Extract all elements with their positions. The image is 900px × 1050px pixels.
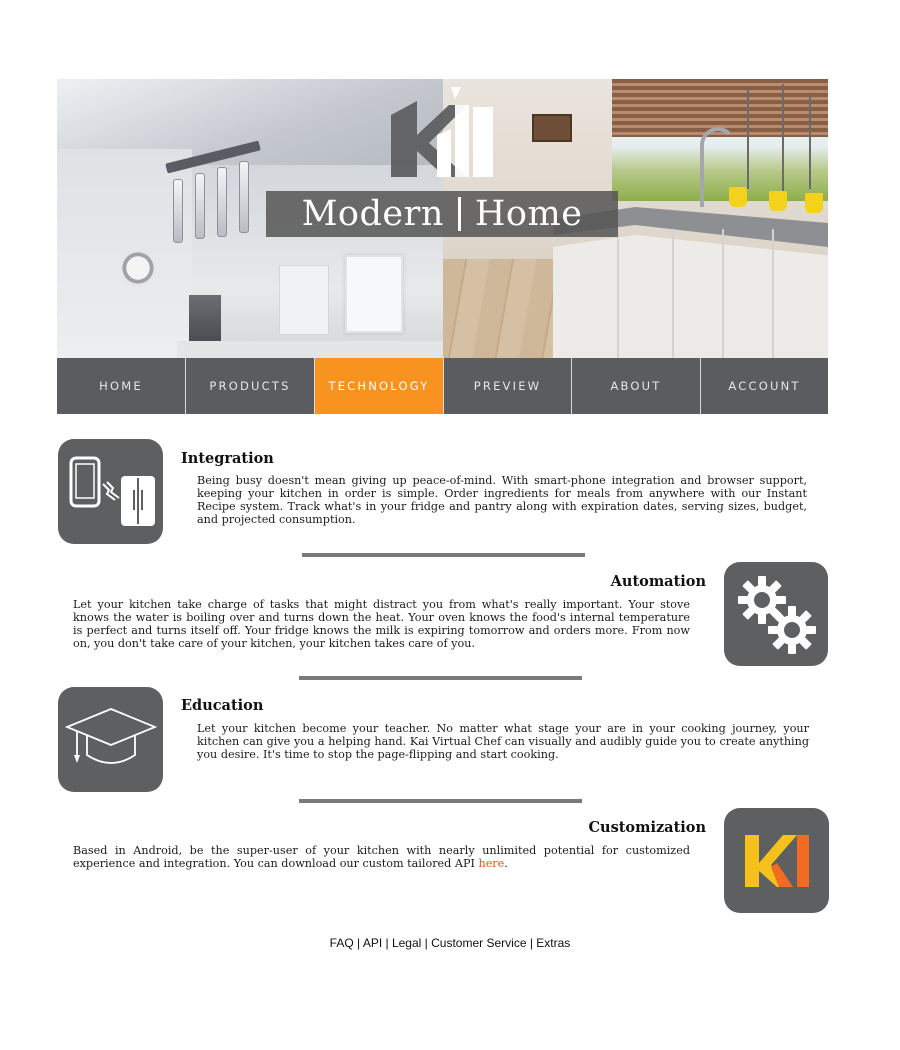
hero-title-separator xyxy=(457,197,461,231)
ki-app-icon xyxy=(744,834,809,887)
footer-link-faq[interactable]: FAQ xyxy=(330,936,354,950)
customization-body: Based in Android, be the super-user of y… xyxy=(73,844,690,870)
hero-wall xyxy=(57,149,192,358)
hero-banner: Modern Home xyxy=(57,79,828,358)
nav-item-preview[interactable]: PREVIEW xyxy=(444,358,572,414)
faucet-icon xyxy=(700,127,736,207)
cabinet-seam xyxy=(722,229,724,358)
hero-wall-frame xyxy=(345,255,403,333)
hero-shelf xyxy=(532,114,572,142)
section-divider xyxy=(302,553,585,557)
section-divider xyxy=(299,676,582,680)
nav-item-products[interactable]: PRODUCTS xyxy=(186,358,315,414)
footer-separator: | xyxy=(526,936,537,950)
customization-text: Based in Android, be the super-user of y… xyxy=(73,844,690,870)
education-tile xyxy=(58,687,163,792)
hero-title-band: Modern Home xyxy=(266,191,618,237)
automation-body: Let your kitchen take charge of tasks th… xyxy=(73,598,690,650)
footer-link-legal[interactable]: Legal xyxy=(392,936,421,950)
pendant-lamp xyxy=(173,179,183,243)
graduation-cap-icon xyxy=(64,707,157,764)
cabinet-seam xyxy=(617,229,619,358)
phone-fridge-icon xyxy=(69,456,155,526)
section-divider xyxy=(299,799,582,803)
customization-title: Customization xyxy=(588,819,706,836)
nav-item-about[interactable]: ABOUT xyxy=(572,358,701,414)
customization-tile xyxy=(724,808,829,913)
nav-item-technology[interactable]: TECHNOLOGY xyxy=(315,358,444,414)
footer-link-customer-service[interactable]: Customer Service xyxy=(431,936,526,950)
wall-clock-icon xyxy=(121,249,155,287)
ki-logo-icon xyxy=(391,87,493,177)
api-download-link[interactable]: here xyxy=(478,857,504,870)
footer-separator: | xyxy=(382,936,392,950)
footer-separator: | xyxy=(421,936,432,950)
hero-title-right: Home xyxy=(474,194,583,234)
education-title: Education xyxy=(181,697,264,714)
pendant-lamp xyxy=(195,173,205,239)
gears-icon xyxy=(738,576,816,654)
automation-tile xyxy=(724,562,828,666)
cabinet-seam xyxy=(772,229,774,358)
hero-tree xyxy=(809,94,811,189)
cabinet-seam xyxy=(672,229,674,358)
plant-pot xyxy=(769,191,787,211)
footer-link-api[interactable]: API xyxy=(363,936,382,950)
hero-title-left: Modern xyxy=(301,194,444,234)
footer-link-extras[interactable]: Extras xyxy=(536,936,570,950)
integration-body: Being busy doesn't mean giving up peace-… xyxy=(197,474,807,526)
hero-counter-left xyxy=(177,341,443,358)
pendant-lamp xyxy=(217,167,227,237)
integration-tile xyxy=(58,439,163,544)
nav-item-home[interactable]: HOME xyxy=(57,358,186,414)
hero-tree xyxy=(747,89,749,189)
pendant-lamp xyxy=(239,161,249,233)
customization-text-end: . xyxy=(504,857,508,870)
footer-separator: | xyxy=(353,936,363,950)
plant-pot xyxy=(805,193,823,213)
hero-cabinet xyxy=(279,265,329,335)
education-body: Let your kitchen become your teacher. No… xyxy=(197,722,809,761)
automation-title: Automation xyxy=(610,573,706,590)
footer-links: FAQ | API | Legal | Customer Service | E… xyxy=(0,936,900,950)
main-nav: HOME PRODUCTS TECHNOLOGY PREVIEW ABOUT A… xyxy=(57,358,828,414)
nav-item-account[interactable]: ACCOUNT xyxy=(701,358,828,414)
hero-tree xyxy=(782,84,784,194)
integration-title: Integration xyxy=(181,450,274,467)
